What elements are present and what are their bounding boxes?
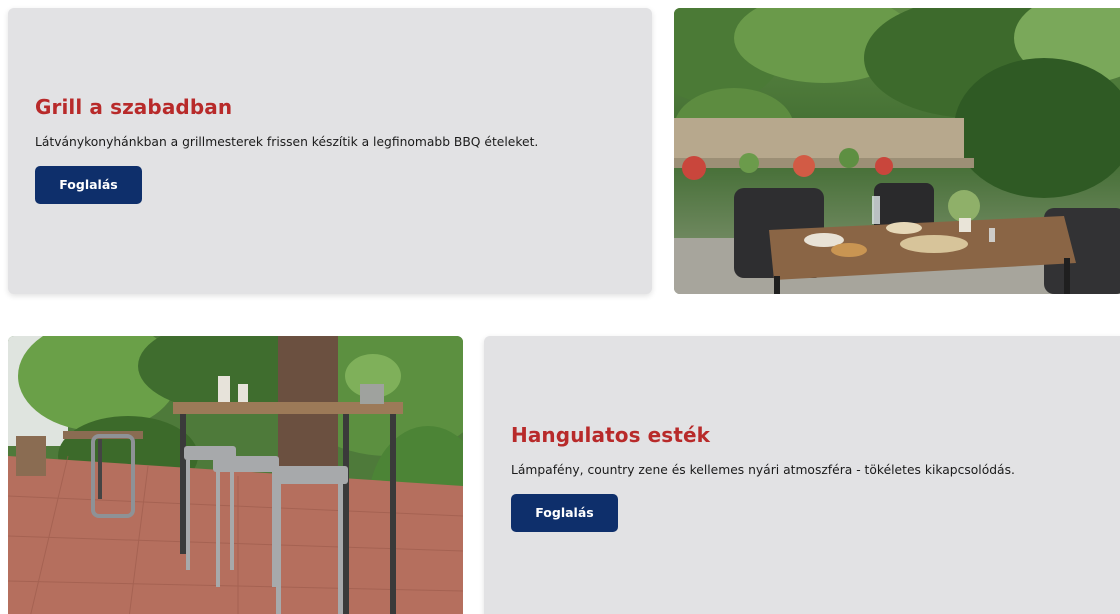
grill-outdoor-title: Grill a szabadban xyxy=(35,95,233,119)
terrace-bar-table-image xyxy=(8,336,463,614)
grill-outdoor-booking-button[interactable]: Foglalás xyxy=(35,166,142,204)
cozy-evenings-card-content: Hangulatos esték Lámpafény, country zene… xyxy=(511,422,1015,532)
cozy-evenings-card: Hangulatos esték Lámpafény, country zene… xyxy=(484,336,1120,614)
garden-dining-table-image xyxy=(674,8,1120,294)
garden-dining-table-photo xyxy=(674,8,1120,294)
grill-outdoor-card-content: Grill a szabadban Látványkonyhánkban a g… xyxy=(35,94,538,204)
terrace-bar-table-photo xyxy=(8,336,463,614)
cozy-evenings-booking-button[interactable]: Foglalás xyxy=(511,494,618,532)
page: Grill a szabadban Látványkonyhánkban a g… xyxy=(0,0,1120,614)
grill-outdoor-card: Grill a szabadban Látványkonyhánkban a g… xyxy=(8,8,652,294)
cozy-evenings-title: Hangulatos esték xyxy=(511,423,711,447)
grill-outdoor-description: Látványkonyhánkban a grillmesterek friss… xyxy=(35,135,539,149)
cozy-evenings-description: Lámpafény, country zene és kellemes nyár… xyxy=(511,463,1015,477)
